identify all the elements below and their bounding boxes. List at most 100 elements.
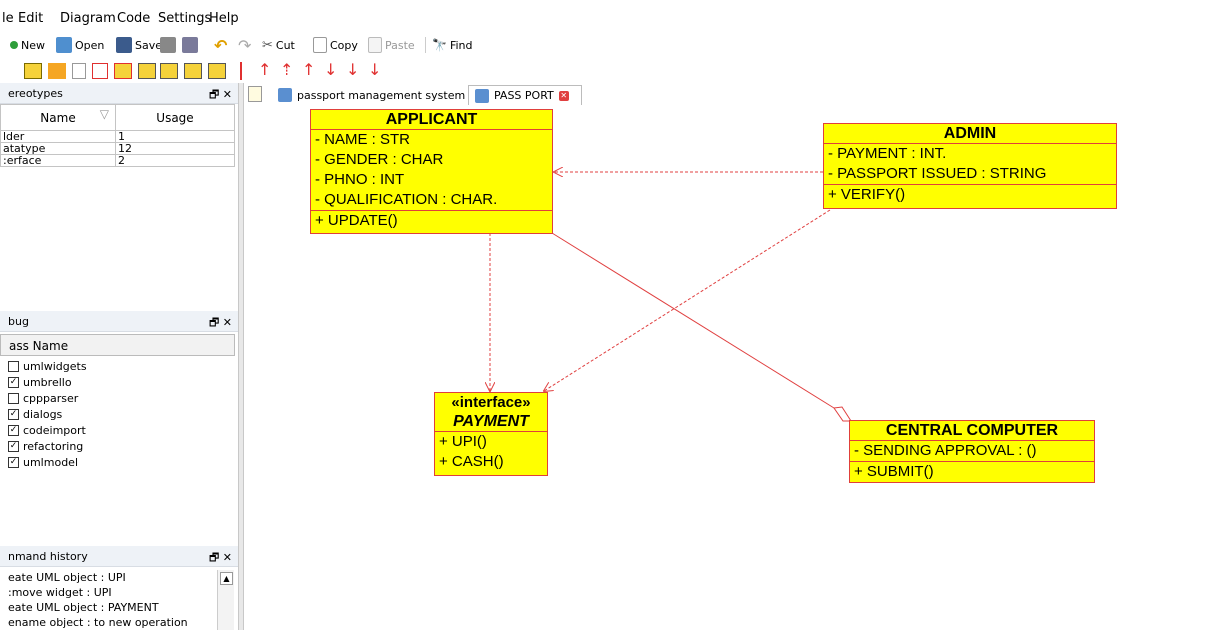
save-button[interactable]: Save xyxy=(116,36,162,54)
list-item[interactable]: ✓ refactoring xyxy=(8,438,83,454)
table-row[interactable]: atatype 12 xyxy=(0,142,235,155)
menu-file[interactable]: le xyxy=(2,11,14,26)
diagram-tab-bar: passport management system ✕ PASS PORT ✕ xyxy=(244,84,1210,107)
datatype-tool-icon[interactable] xyxy=(138,63,156,79)
list-item[interactable]: umlwidgets xyxy=(8,358,87,374)
undo-button[interactable]: ↶ xyxy=(214,36,227,55)
package-tool-icon[interactable] xyxy=(48,63,66,79)
class-name: CENTRAL COMPUTER xyxy=(850,421,1094,441)
entity-tool-icon[interactable] xyxy=(184,63,202,79)
menu-help[interactable]: Help xyxy=(209,11,239,26)
menu-settings[interactable]: Settings xyxy=(158,11,211,26)
print-button[interactable] xyxy=(160,36,176,54)
class-admin[interactable]: ADMIN - PAYMENT : INT. - PASSPORT ISSUED… xyxy=(823,123,1117,209)
history-line[interactable]: :move widget : UPI xyxy=(8,586,112,599)
tab-close-icon[interactable]: ✕ xyxy=(558,90,569,101)
cut-label: Cut xyxy=(275,38,295,52)
note-tool-icon[interactable] xyxy=(72,63,86,79)
attribute[interactable]: - QUALIFICATION : CHAR. xyxy=(311,190,552,210)
history-line[interactable]: eate UML object : UPI xyxy=(8,571,126,584)
redo-button[interactable]: ↷ xyxy=(238,36,251,55)
class-central-computer[interactable]: CENTRAL COMPUTER - SENDING APPROVAL : ()… xyxy=(849,420,1095,483)
attribute[interactable]: - PHNO : INT xyxy=(311,170,552,190)
save-label: Save xyxy=(135,38,163,52)
dock-float-close-icons[interactable]: 🗗 ✕ xyxy=(209,314,232,333)
table-row[interactable]: lder 1 xyxy=(0,130,235,143)
new-button[interactable]: New xyxy=(10,36,45,54)
interface-payment[interactable]: «interface» PAYMENT + UPI() + CASH() xyxy=(434,392,548,476)
class-applicant[interactable]: APPLICANT - NAME : STR - GENDER : CHAR -… xyxy=(310,109,553,234)
line-tool-icon[interactable] xyxy=(240,62,242,80)
stereotype-label: «interface» xyxy=(451,394,531,411)
scroll-up-icon[interactable]: ▲ xyxy=(220,572,233,585)
list-item[interactable]: ✓ dialogs xyxy=(8,406,62,422)
checkbox[interactable]: ✓ xyxy=(8,456,19,468)
template-tool-icon[interactable] xyxy=(208,63,226,79)
attribute[interactable]: - SENDING APPROVAL : () xyxy=(850,441,1094,461)
operation[interactable]: + SUBMIT() xyxy=(850,462,1094,482)
debug-dock-header: bug 🗗 ✕ xyxy=(0,311,238,332)
attribute[interactable]: - NAME : STR xyxy=(311,130,552,150)
history-line[interactable]: ename object : to new operation xyxy=(8,616,188,629)
table-row[interactable]: :erface 2 xyxy=(0,154,235,167)
paste-label: Paste xyxy=(385,38,415,52)
generalization-arrow-icon[interactable]: ↑ xyxy=(258,60,271,79)
command-history-list: eate UML object : UPI :move widget : UPI… xyxy=(0,569,236,630)
history-line[interactable]: eate UML object : PAYMENT xyxy=(8,601,159,614)
dependency-admin-payment[interactable] xyxy=(544,209,831,391)
toolbar-separator xyxy=(425,37,426,53)
operation[interactable]: + CASH() xyxy=(435,452,547,472)
find-button[interactable]: 🔭 Find xyxy=(432,36,473,54)
menu-bar: le Edit Diagram Code Settings Help xyxy=(0,9,1210,29)
menu-code[interactable]: Code xyxy=(117,11,150,26)
class-name: APPLICANT xyxy=(311,110,552,130)
checkbox[interactable] xyxy=(8,392,19,404)
stereotypes-dock-header: ereotypes 🗗 ✕ xyxy=(0,83,238,104)
checkbox[interactable]: ✓ xyxy=(8,408,19,420)
tab-passport-management-system[interactable]: passport management system ✕ xyxy=(272,85,486,105)
history-scrollbar[interactable]: ▲ xyxy=(217,570,234,630)
column-header-name[interactable]: Name ▽ xyxy=(0,104,116,131)
list-item[interactable]: ✓ codeimport xyxy=(8,422,86,438)
cut-button[interactable]: ✂ Cut xyxy=(262,36,295,54)
box-tool-icon[interactable] xyxy=(92,63,108,79)
paste-button[interactable]: Paste xyxy=(368,36,415,54)
class-tool-icon[interactable] xyxy=(24,63,42,79)
new-tab-icon[interactable] xyxy=(248,86,262,102)
interface-tool-icon[interactable] xyxy=(114,63,132,79)
dock-float-close-icons[interactable]: 🗗 ✕ xyxy=(209,86,232,105)
list-item[interactable]: ✓ umlmodel xyxy=(8,454,78,470)
containment-arrow-icon[interactable]: ↓ xyxy=(368,60,381,79)
realization-arrow-icon[interactable]: ↑ xyxy=(302,60,315,79)
column-header-usage[interactable]: Usage xyxy=(115,104,235,131)
menu-edit[interactable]: Edit xyxy=(18,11,43,26)
list-item[interactable]: cppparser xyxy=(8,390,78,406)
menu-diagram[interactable]: Diagram xyxy=(60,11,116,26)
diagram-icon xyxy=(278,88,292,102)
tab-pass-port[interactable]: PASS PORT ✕ xyxy=(468,85,582,105)
checkbox[interactable]: ✓ xyxy=(8,376,19,388)
debug-column-header[interactable]: ass Name xyxy=(0,334,235,356)
diagram-canvas[interactable]: APPLICANT - NAME : STR - GENDER : CHAR -… xyxy=(244,106,1210,630)
attribute[interactable]: - PAYMENT : INT. xyxy=(824,144,1116,164)
operation[interactable]: + UPI() xyxy=(435,432,547,452)
aggregation-arrow-icon[interactable]: ↓ xyxy=(324,60,337,79)
dock-float-close-icons[interactable]: 🗗 ✕ xyxy=(209,549,232,568)
checkbox[interactable]: ✓ xyxy=(8,424,19,436)
open-button[interactable]: Open xyxy=(56,36,104,54)
open-folder-icon xyxy=(56,37,72,53)
copy-button[interactable]: Copy xyxy=(313,36,358,54)
print-preview-button[interactable] xyxy=(182,36,198,54)
dependency-arrow-icon[interactable]: ⇡ xyxy=(280,60,293,79)
attribute[interactable]: - GENDER : CHAR xyxy=(311,150,552,170)
aggregation-applicant-central[interactable] xyxy=(551,232,835,409)
enum-tool-icon[interactable] xyxy=(160,63,178,79)
checkbox[interactable]: ✓ xyxy=(8,440,19,452)
history-dock-header: nmand history 🗗 ✕ xyxy=(0,546,238,567)
operation[interactable]: + VERIFY() xyxy=(824,185,1116,205)
attribute[interactable]: - PASSPORT ISSUED : STRING xyxy=(824,164,1116,184)
checkbox[interactable] xyxy=(8,360,19,372)
list-item[interactable]: ✓ umbrello xyxy=(8,374,72,390)
operation[interactable]: + UPDATE() xyxy=(311,211,552,231)
composition-arrow-icon[interactable]: ↓ xyxy=(346,60,359,79)
